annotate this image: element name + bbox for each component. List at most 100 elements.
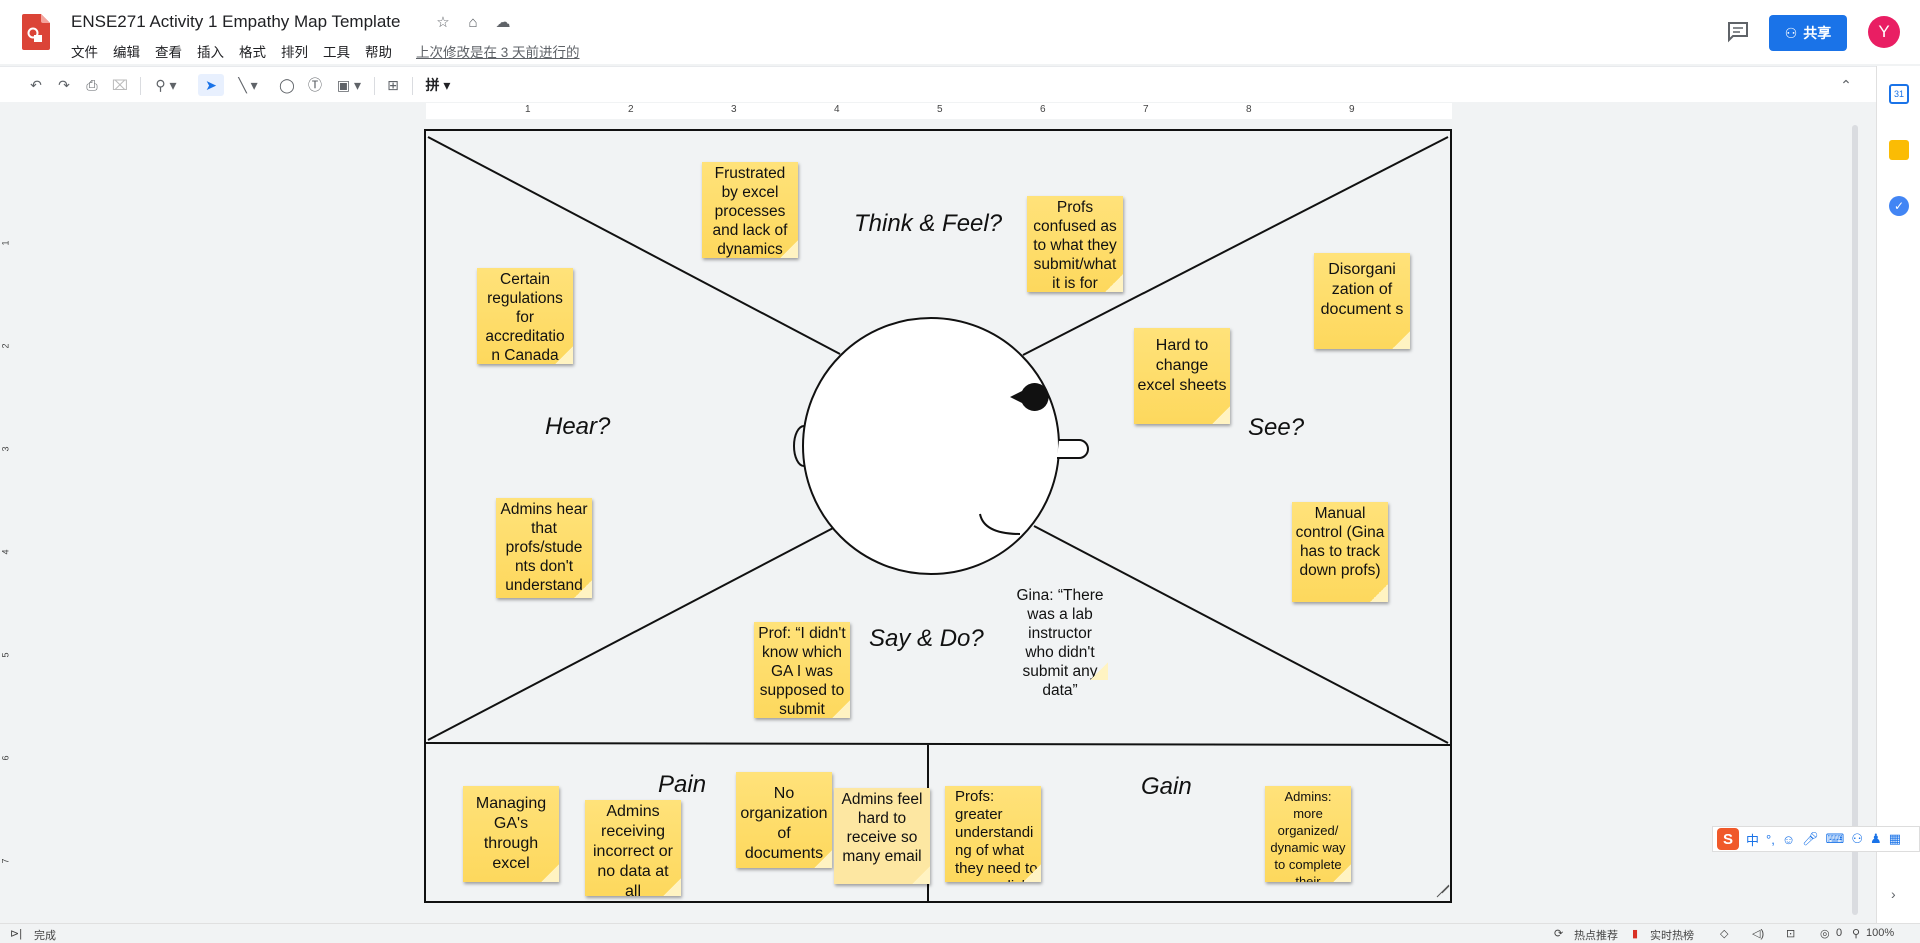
- ruler-number: 5: [937, 104, 943, 115]
- ruler-number: 2: [0, 343, 11, 349]
- ime-emoji-icon[interactable]: ☺: [1782, 832, 1795, 847]
- ruler-number: 6: [0, 755, 11, 761]
- move-to-folder-icon[interactable]: ⌂: [463, 12, 483, 32]
- shape-icon[interactable]: ◯: [276, 74, 298, 96]
- menu-view[interactable]: 查看: [154, 41, 188, 61]
- tasks-icon[interactable]: ✓: [1889, 196, 1909, 216]
- toolbar-divider: [374, 77, 375, 95]
- ruler-number: 3: [731, 104, 737, 115]
- line-icon[interactable]: ╲ ▾: [230, 74, 266, 96]
- star-icon[interactable]: ☆: [433, 12, 453, 32]
- ime-chinese-mode-icon[interactable]: 中: [1746, 830, 1759, 849]
- menu-arrange[interactable]: 排列: [280, 41, 314, 61]
- status-bar: ⊳| 完成 ⟳ 热点推荐 ▮ 实时热榜 ◇ ◁) ⊡ ◎ 0 ⚲ 100%: [0, 923, 1920, 943]
- comment-history-icon[interactable]: [1726, 20, 1750, 44]
- sticky-note[interactable]: Manual control (Gina has to track down p…: [1292, 502, 1388, 602]
- sticky-note[interactable]: Managing GA's through excel: [463, 786, 559, 882]
- vertical-scrollbar[interactable]: [1852, 125, 1858, 915]
- status-text: 完成: [34, 930, 56, 942]
- hot-recommend-icon[interactable]: ⟳: [1554, 927, 1563, 940]
- share-lock-icon: ⚇: [1784, 24, 1798, 41]
- sticky-note[interactable]: Profs: greater understandi ng of what th…: [945, 786, 1041, 882]
- text-box-icon[interactable]: Ⓣ: [304, 74, 326, 96]
- resize-handle: [1436, 884, 1450, 898]
- select-arrow-icon[interactable]: ➤: [198, 74, 224, 96]
- sticky-note[interactable]: Disorgani zation of document s: [1314, 253, 1410, 349]
- ime-menu-icon[interactable]: ▦: [1889, 831, 1901, 847]
- realtime-hot-label[interactable]: 实时热榜: [1650, 927, 1694, 943]
- sticky-note[interactable]: Admins hear that profs/stude nts don't u…: [496, 498, 592, 598]
- document-title[interactable]: ENSE271 Activity 1 Empathy Map Template: [71, 12, 400, 32]
- avatar[interactable]: Y: [1868, 16, 1900, 48]
- menu-format[interactable]: 格式: [238, 41, 272, 61]
- image-icon[interactable]: ▣ ▾: [332, 74, 366, 96]
- ruler-number: 2: [628, 104, 634, 115]
- ime-voice-icon[interactable]: 🎤︎: [1802, 831, 1819, 847]
- top-bar: ENSE271 Activity 1 Empathy Map Template …: [0, 0, 1920, 64]
- cloud-saved-icon[interactable]: ☁: [493, 12, 513, 32]
- ime-toolbar: S 中 °, ☺ 🎤︎ ⌨ ⚇ ♟ ▦: [1712, 826, 1920, 852]
- calendar-icon[interactable]: 31: [1889, 84, 1909, 104]
- menu-insert[interactable]: 插入: [196, 41, 230, 61]
- shield-icon[interactable]: ◇: [1720, 927, 1728, 940]
- input-tools-button[interactable]: 拼 ▾: [420, 74, 456, 96]
- sticky-note[interactable]: Prof: “I didn't know which GA I was supp…: [754, 622, 850, 718]
- zoom-level[interactable]: 100%: [1866, 927, 1894, 939]
- sticky-note[interactable]: Admins: more organized/ dynamic way to c…: [1265, 786, 1351, 882]
- toolbar-divider: [412, 77, 413, 95]
- realtime-hot-icon[interactable]: ▮: [1632, 927, 1638, 940]
- ruler-number: 7: [0, 858, 11, 864]
- toolbar-divider: [140, 77, 141, 95]
- sticky-note[interactable]: Admins receiving incorrect or no data at…: [585, 800, 681, 896]
- expand-side-panel-icon[interactable]: ›: [1891, 886, 1896, 902]
- quadrant-label-gain[interactable]: Gain: [1141, 773, 1192, 801]
- notification-icon[interactable]: ◎: [1820, 927, 1830, 940]
- sogou-ime-icon[interactable]: S: [1717, 828, 1739, 850]
- vertical-ruler: 1 2 3 4 5 6 7: [0, 119, 16, 923]
- menu-tools[interactable]: 工具: [322, 41, 356, 61]
- sticky-note[interactable]: Hard to change excel sheets: [1134, 328, 1230, 424]
- head-nose: [1057, 439, 1089, 459]
- undo-icon[interactable]: ↶: [26, 74, 46, 96]
- paint-format-icon[interactable]: ⌧: [110, 74, 130, 96]
- print-icon[interactable]: ⎙: [82, 74, 102, 96]
- collapse-toolbar-icon[interactable]: ⌃: [1836, 74, 1856, 96]
- add-comment-icon[interactable]: ⊞: [382, 74, 404, 96]
- sticky-note[interactable]: Frustrated by excel processes and lack o…: [702, 162, 798, 258]
- redo-icon[interactable]: ↷: [54, 74, 74, 96]
- quadrant-label-say-do[interactable]: Say & Do?: [869, 625, 984, 653]
- ime-user-icon[interactable]: ⚇: [1851, 831, 1863, 847]
- menu-edit[interactable]: 编辑: [112, 41, 146, 61]
- ruler-number: 8: [1246, 104, 1252, 115]
- quadrant-label-hear[interactable]: Hear?: [545, 413, 610, 441]
- ruler-number: 3: [0, 446, 11, 452]
- menu-file[interactable]: 文件: [70, 41, 104, 61]
- ime-skin-icon[interactable]: ♟: [1870, 831, 1882, 847]
- keep-icon[interactable]: [1889, 140, 1909, 160]
- status-nav-icon[interactable]: ⊳|: [10, 927, 22, 940]
- quadrant-label-think-feel[interactable]: Think & Feel?: [854, 210, 1002, 238]
- menu-bar: 文件 编辑 查看 插入 格式 排列 工具 帮助: [70, 41, 406, 61]
- hot-recommend-label[interactable]: 热点推荐: [1574, 927, 1618, 943]
- quadrant-label-pain[interactable]: Pain: [658, 771, 706, 799]
- sticky-note[interactable]: Profs confused as to what they submit/wh…: [1027, 196, 1123, 292]
- ruler-number: 5: [0, 652, 11, 658]
- sticky-note[interactable]: Certain regulations for accreditatio n C…: [477, 268, 573, 364]
- quadrant-label-see[interactable]: See?: [1248, 414, 1304, 442]
- ruler-number: 4: [834, 104, 840, 115]
- ruler-number: 9: [1349, 104, 1355, 115]
- zoom-icon[interactable]: ⚲ ▾: [148, 74, 184, 96]
- sticky-note[interactable]: No organization of documents: [736, 772, 832, 868]
- ime-keyboard-icon[interactable]: ⌨: [1826, 831, 1845, 847]
- volume-icon[interactable]: ◁): [1752, 927, 1764, 940]
- drawings-app-icon[interactable]: [22, 14, 50, 50]
- ime-punctuation-icon[interactable]: °,: [1766, 832, 1775, 847]
- download-icon[interactable]: ⊡: [1786, 927, 1795, 940]
- zoom-level-icon[interactable]: ⚲: [1852, 927, 1860, 940]
- share-button[interactable]: ⚇ 共享: [1769, 15, 1847, 51]
- last-edit-link[interactable]: 上次修改是在 3 天前进行的: [416, 41, 580, 61]
- ruler-number: 7: [1143, 104, 1149, 115]
- sticky-note[interactable]: Admins feel hard to receive so many emai…: [834, 788, 930, 884]
- sticky-note[interactable]: Gina: “There was a lab instructor who di…: [1012, 584, 1108, 699]
- menu-help[interactable]: 帮助: [364, 41, 398, 61]
